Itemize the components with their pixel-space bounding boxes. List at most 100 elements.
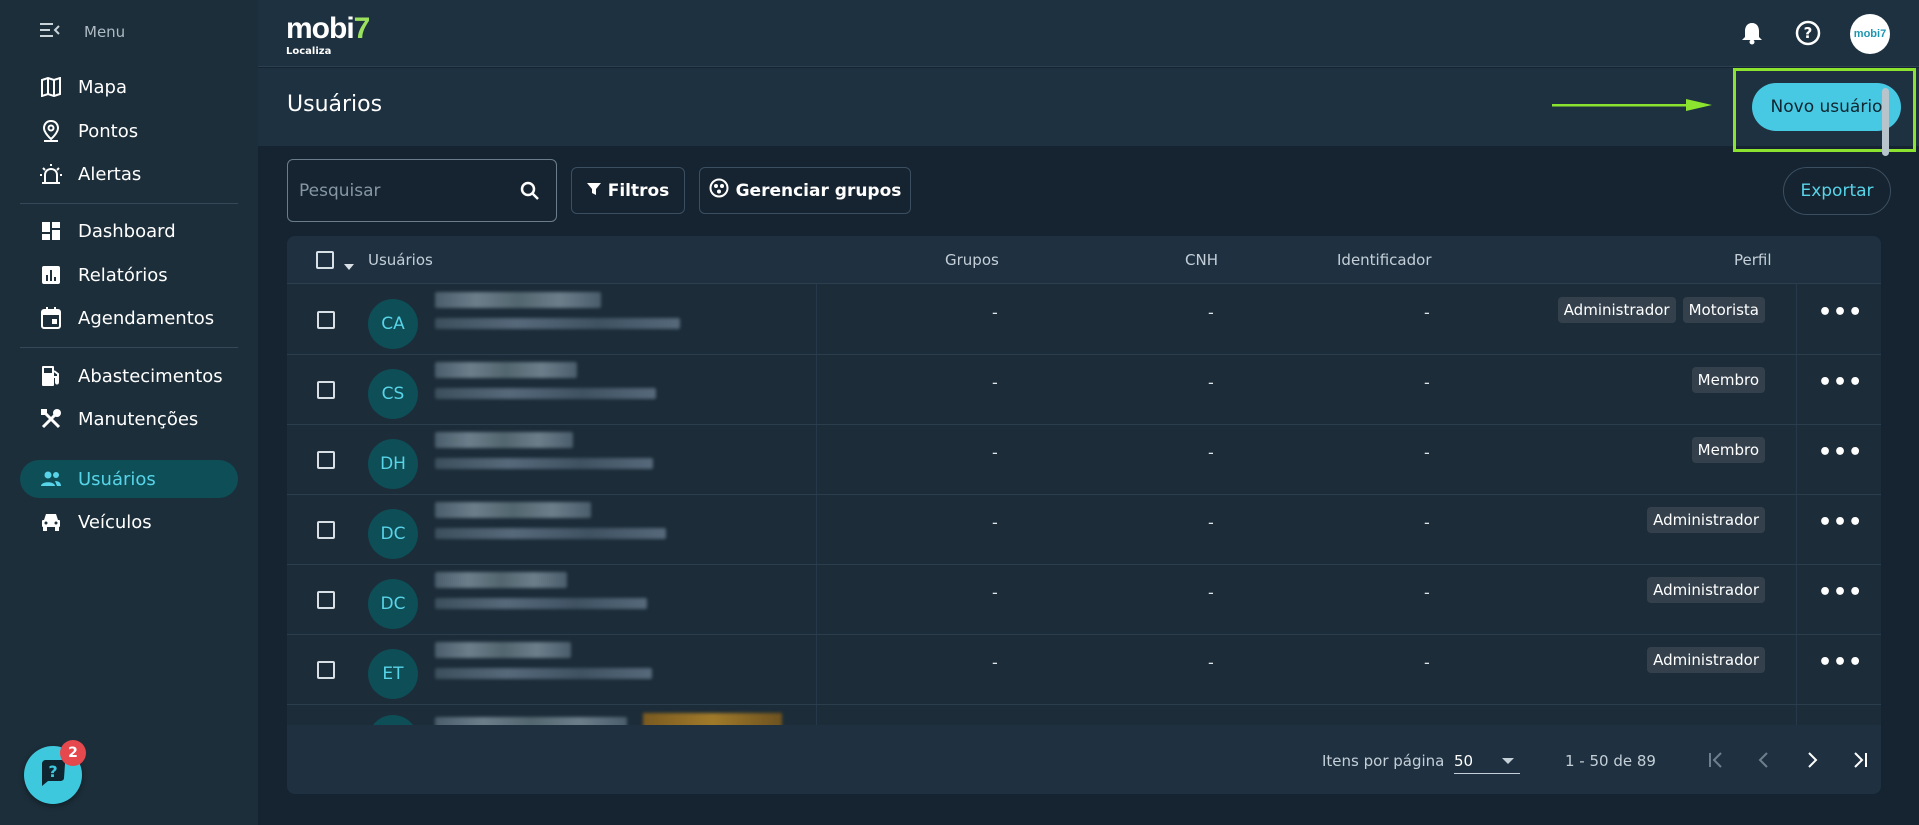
items-per-page-value: 50 bbox=[1454, 752, 1474, 770]
sidebar-item-label: Usuários bbox=[78, 468, 156, 490]
groups-icon bbox=[709, 178, 729, 203]
chevron-down-icon bbox=[1502, 758, 1514, 764]
help-chat-icon: ? bbox=[38, 758, 68, 792]
help-icon[interactable]: ? bbox=[1793, 18, 1823, 48]
sidebar: Menu Mapa Pontos Alertas Dashboard Relat… bbox=[0, 0, 258, 825]
table-row[interactable]: DC - - - Administrador ••• bbox=[287, 495, 1881, 565]
column-header-profile[interactable]: Perfil bbox=[1734, 251, 1772, 269]
first-page-button[interactable] bbox=[1701, 747, 1731, 777]
table-row[interactable]: ET - - - Administrador ••• bbox=[287, 635, 1881, 705]
previous-page-button[interactable] bbox=[1749, 747, 1779, 777]
dashboard-icon bbox=[40, 220, 62, 242]
search-field[interactable] bbox=[287, 159, 557, 222]
sidebar-item-veiculos[interactable]: Veículos bbox=[20, 503, 238, 541]
sidebar-item-abastecimentos[interactable]: Abastecimentos bbox=[20, 357, 238, 395]
sidebar-item-label: Veículos bbox=[78, 511, 152, 533]
select-menu-caret-icon[interactable] bbox=[344, 256, 354, 274]
table-row[interactable]: DC - - - Administrador ••• bbox=[287, 565, 1881, 635]
items-per-page-select[interactable]: 50 bbox=[1454, 752, 1520, 774]
profile-tag: Membro bbox=[1691, 367, 1765, 393]
more-actions-icon[interactable]: ••• bbox=[1818, 650, 1863, 675]
row-checkbox[interactable] bbox=[317, 381, 335, 399]
sidebar-item-relatorios[interactable]: Relatórios bbox=[20, 256, 238, 294]
more-actions-icon[interactable]: ••• bbox=[1818, 580, 1863, 605]
column-header-groups[interactable]: Grupos bbox=[945, 251, 999, 269]
table-pagination: Itens por página 50 1 - 50 de 89 bbox=[287, 725, 1881, 794]
search-input[interactable] bbox=[299, 179, 509, 203]
groups-value: - bbox=[992, 443, 998, 462]
groups-value: - bbox=[992, 303, 998, 322]
notification-count-badge: 2 bbox=[60, 740, 86, 766]
more-actions-icon[interactable]: ••• bbox=[1818, 510, 1863, 535]
profile-tag: Membro bbox=[1691, 437, 1765, 463]
profile-tag: Motorista bbox=[1682, 297, 1765, 323]
sidebar-item-alertas[interactable]: Alertas bbox=[20, 155, 238, 193]
identifier-value: - bbox=[1424, 653, 1430, 672]
last-page-button[interactable] bbox=[1845, 747, 1875, 777]
profile-tags: Administrador Motorista bbox=[1557, 297, 1765, 323]
identifier-value: - bbox=[1424, 303, 1430, 322]
user-email-redacted bbox=[435, 598, 647, 609]
sidebar-item-dashboard[interactable]: Dashboard bbox=[20, 212, 238, 250]
top-bar: mobi7 Localiza ? mobi7 bbox=[258, 0, 1919, 67]
sidebar-item-pontos[interactable]: Pontos bbox=[20, 112, 238, 150]
column-header-identifier[interactable]: Identificador bbox=[1337, 251, 1431, 269]
column-header-users[interactable]: Usuários bbox=[368, 251, 433, 269]
more-actions-icon[interactable]: ••• bbox=[1818, 300, 1863, 325]
row-checkbox[interactable] bbox=[317, 311, 335, 329]
row-checkbox[interactable] bbox=[317, 521, 335, 539]
user-email-redacted bbox=[435, 668, 652, 679]
sidebar-item-manutencoes[interactable]: Manutenções bbox=[20, 400, 238, 438]
menu-collapse-icon[interactable] bbox=[40, 22, 60, 42]
more-actions-icon[interactable]: ••• bbox=[1818, 370, 1863, 395]
table-row[interactable]: DH - - - Membro ••• bbox=[287, 425, 1881, 495]
more-actions-icon[interactable]: ••• bbox=[1818, 440, 1863, 465]
map-icon bbox=[40, 76, 62, 98]
annotation-arrow bbox=[1552, 96, 1712, 115]
identifier-value: - bbox=[1424, 373, 1430, 392]
row-checkbox[interactable] bbox=[317, 451, 335, 469]
sidebar-item-mapa[interactable]: Mapa bbox=[20, 68, 238, 106]
user-avatar[interactable]: mobi7 bbox=[1850, 14, 1890, 54]
menu-toggle[interactable]: Menu bbox=[40, 22, 125, 42]
page-title: Usuários bbox=[287, 92, 383, 117]
mobi7-logo[interactable]: mobi7 Localiza bbox=[286, 12, 370, 57]
sidebar-item-agendamentos[interactable]: Agendamentos bbox=[20, 299, 238, 337]
new-user-button[interactable]: Novo usuário bbox=[1752, 83, 1901, 131]
bell-icon[interactable] bbox=[1737, 18, 1767, 48]
chevron-right-icon bbox=[1803, 751, 1821, 773]
groups-value: - bbox=[992, 373, 998, 392]
sidebar-item-label: Relatórios bbox=[78, 264, 168, 286]
profile-tags: Administrador bbox=[1647, 507, 1765, 533]
profile-tag: Administrador bbox=[1557, 297, 1676, 323]
user-email-redacted bbox=[435, 458, 653, 469]
search-icon[interactable] bbox=[520, 181, 540, 205]
table-row[interactable]: CS - - - Membro ••• bbox=[287, 355, 1881, 425]
manage-groups-button[interactable]: Gerenciar grupos bbox=[699, 167, 911, 214]
table-row[interactable]: CA - - - Administrador Motorista ••• bbox=[287, 285, 1881, 355]
select-all-checkbox[interactable] bbox=[316, 251, 334, 269]
table-scrollbar[interactable] bbox=[1882, 88, 1889, 156]
next-page-button[interactable] bbox=[1797, 747, 1827, 777]
row-checkbox[interactable] bbox=[317, 661, 335, 679]
identifier-value: - bbox=[1424, 513, 1430, 532]
groups-value: - bbox=[992, 583, 998, 602]
user-avatar-initials: DC bbox=[368, 509, 418, 559]
export-button[interactable]: Exportar bbox=[1783, 167, 1891, 215]
user-name-redacted bbox=[435, 572, 567, 588]
groups-value: - bbox=[992, 653, 998, 672]
row-checkbox[interactable] bbox=[317, 591, 335, 609]
user-email-redacted bbox=[435, 528, 666, 539]
users-table: Usuários Grupos CNH Identificador Perfil… bbox=[287, 236, 1881, 794]
filters-button[interactable]: Filtros bbox=[571, 167, 685, 214]
column-header-cnh[interactable]: CNH bbox=[1185, 251, 1218, 269]
sidebar-item-label: Pontos bbox=[78, 120, 139, 142]
sidebar-item-label: Manutenções bbox=[78, 408, 199, 430]
chevron-left-icon bbox=[1755, 751, 1773, 773]
sidebar-item-label: Agendamentos bbox=[78, 307, 215, 329]
filters-label: Filtros bbox=[607, 180, 670, 201]
user-avatar-initials: ET bbox=[368, 649, 418, 699]
user-avatar-initials: DC bbox=[368, 579, 418, 629]
sidebar-item-usuarios[interactable]: Usuários bbox=[20, 460, 238, 498]
user-email-redacted bbox=[435, 388, 656, 399]
